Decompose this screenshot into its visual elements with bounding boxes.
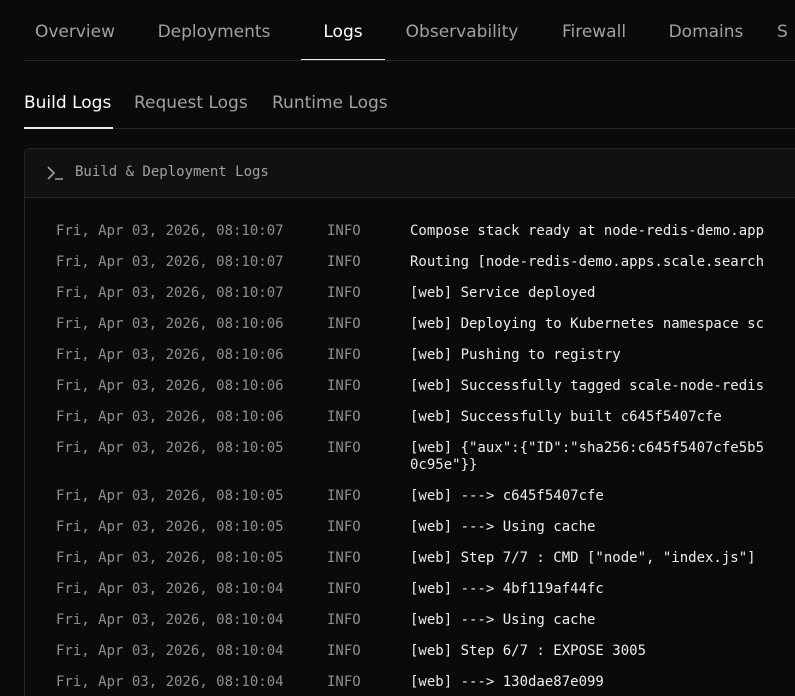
log-row: Fri, Apr 03, 2026, 08:10:05 INFO [web] {"a… (25, 433, 795, 481)
log-timestamp: Fri, Apr 03, 2026, 08:10:06 (56, 316, 284, 332)
log-message: Routing [node-redis-demo.apps.scale.sear… (410, 254, 765, 270)
log-row: Fri, Apr 03, 2026, 08:10:05 INFO [web] ---… (25, 512, 795, 543)
log-timestamp: Fri, Apr 03, 2026, 08:10:04 (56, 581, 284, 597)
log-row: Fri, Apr 03, 2026, 08:10:04 INFO [web] ---… (25, 667, 795, 696)
log-timestamp: Fri, Apr 03, 2026, 08:10:07 (56, 285, 284, 301)
log-row: Fri, Apr 03, 2026, 08:10:06 INFO [web] Suc… (25, 371, 795, 402)
log-message: [web] Deploying to Kubernetes namespace … (410, 316, 765, 332)
tab-overview[interactable]: Overview (24, 0, 126, 60)
log-panel-header: Build & Deployment Logs (25, 149, 795, 198)
log-level: INFO (327, 378, 361, 394)
log-row: Fri, Apr 03, 2026, 08:10:06 INFO [web] Dep… (25, 309, 795, 340)
log-row: Fri, Apr 03, 2026, 08:10:05 INFO [web] ---… (25, 481, 795, 512)
log-panel-title: Build & Deployment Logs (75, 164, 269, 180)
tab-request-logs[interactable]: Request Logs (134, 60, 254, 128)
log-timestamp: Fri, Apr 03, 2026, 08:10:07 (56, 223, 284, 239)
tab-observability[interactable]: Observability (385, 0, 539, 60)
log-level: INFO (327, 223, 361, 239)
tab-logs[interactable]: Logs (301, 0, 385, 60)
log-message: [web] {"aux":{"ID":"sha256:c645f5407cfe5… (410, 440, 765, 473)
log-level: INFO (327, 347, 361, 363)
log-message: [web] ---> Using cache (410, 612, 596, 628)
log-level: INFO (327, 643, 361, 659)
log-timestamp: Fri, Apr 03, 2026, 08:10:06 (56, 347, 284, 363)
log-message: [web] Pushing to registry (410, 347, 621, 363)
log-row: Fri, Apr 03, 2026, 08:10:07 INFO Routing [… (25, 247, 795, 278)
log-level: INFO (327, 254, 361, 270)
tab-domains[interactable]: Domains (649, 0, 763, 60)
tab-deployments[interactable]: Deployments (148, 0, 280, 60)
log-row: Fri, Apr 03, 2026, 08:10:07 INFO [web] Ser… (25, 278, 795, 309)
log-message: [web] ---> Using cache (410, 519, 596, 535)
log-level: INFO (327, 612, 361, 628)
log-timestamp: Fri, Apr 03, 2026, 08:10:05 (56, 550, 284, 566)
log-timestamp: Fri, Apr 03, 2026, 08:10:05 (56, 488, 284, 504)
log-message: [web] Successfully built c645f5407cfe (410, 409, 722, 425)
log-message: [web] Step 7/7 : CMD ["node", "index.js"… (410, 550, 756, 566)
log-message: Compose stack ready at node-redis-demo.a… (410, 223, 765, 239)
log-row: Fri, Apr 03, 2026, 08:10:04 INFO [web] ---… (25, 574, 795, 605)
log-timestamp: Fri, Apr 03, 2026, 08:10:06 (56, 409, 284, 425)
log-level: INFO (327, 316, 361, 332)
terminal-icon (46, 164, 64, 182)
log-level: INFO (327, 488, 361, 504)
log-row: Fri, Apr 03, 2026, 08:10:05 INFO [web] Ste… (25, 543, 795, 574)
log-timestamp: Fri, Apr 03, 2026, 08:10:06 (56, 378, 284, 394)
log-message: [web] ---> 4bf119af44fc (410, 581, 604, 597)
tab-settings[interactable]: S (777, 0, 795, 60)
log-timestamp: Fri, Apr 03, 2026, 08:10:04 (56, 612, 284, 628)
log-list: Fri, Apr 03, 2026, 08:10:07 INFO Compose s… (25, 216, 795, 696)
tab-runtime-logs[interactable]: Runtime Logs (272, 60, 396, 128)
log-level: INFO (327, 674, 361, 690)
tab-firewall[interactable]: Firewall (545, 0, 643, 60)
log-message: [web] Service deployed (410, 285, 596, 301)
log-timestamp: Fri, Apr 03, 2026, 08:10:05 (56, 440, 284, 456)
log-message: [web] ---> c645f5407cfe (410, 488, 604, 504)
log-level: INFO (327, 409, 361, 425)
log-level: INFO (327, 581, 361, 597)
log-message: [web] Step 6/7 : EXPOSE 3005 (410, 643, 647, 659)
project-nav-tabs: Overview Deployments Logs Observability … (24, 0, 795, 61)
log-message: [web] ---> 130dae87e099 (410, 674, 604, 690)
log-level: INFO (327, 440, 361, 456)
log-row: Fri, Apr 03, 2026, 08:10:06 INFO [web] Pus… (25, 340, 795, 371)
log-level: INFO (327, 519, 361, 535)
log-timestamp: Fri, Apr 03, 2026, 08:10:07 (56, 254, 284, 270)
log-row: Fri, Apr 03, 2026, 08:10:07 INFO Compose s… (25, 216, 795, 247)
build-log-panel: Build & Deployment Logs Fri, Apr 03, 202… (24, 148, 795, 696)
log-timestamp: Fri, Apr 03, 2026, 08:10:04 (56, 643, 284, 659)
log-message: [web] Successfully tagged scale-node-red… (410, 378, 765, 394)
log-timestamp: Fri, Apr 03, 2026, 08:10:04 (56, 674, 284, 690)
log-level: INFO (327, 550, 361, 566)
log-timestamp: Fri, Apr 03, 2026, 08:10:05 (56, 519, 284, 535)
log-level: INFO (327, 285, 361, 301)
log-row: Fri, Apr 03, 2026, 08:10:06 INFO [web] Suc… (25, 402, 795, 433)
tab-build-logs[interactable]: Build Logs (24, 60, 113, 129)
log-type-tabs: Build Logs Request Logs Runtime Logs (24, 60, 795, 129)
log-row: Fri, Apr 03, 2026, 08:10:04 INFO [web] ---… (25, 605, 795, 636)
log-row: Fri, Apr 03, 2026, 08:10:04 INFO [web] Ste… (25, 636, 795, 667)
